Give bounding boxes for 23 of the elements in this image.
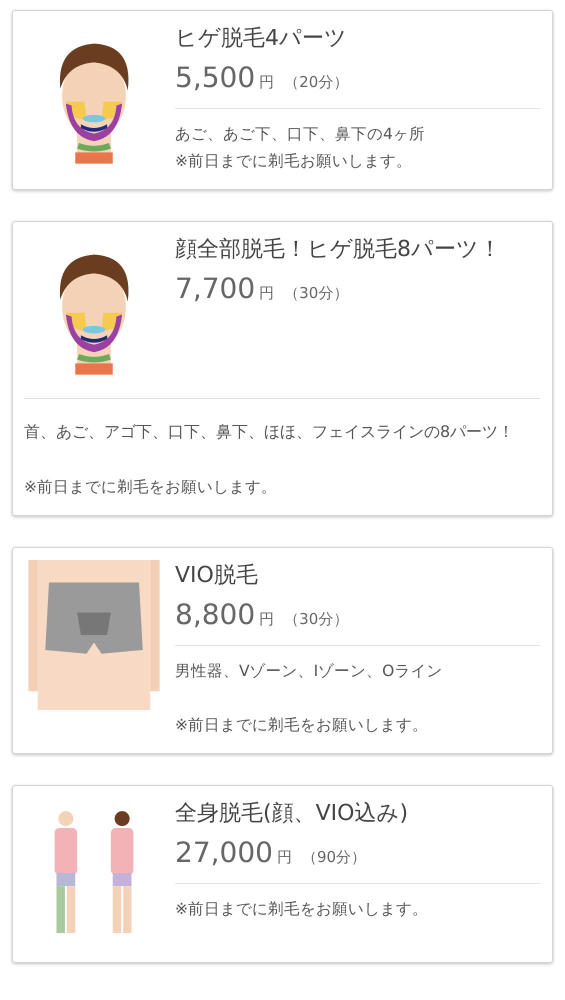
description-text: 男性器、Vゾーン、Iゾーン、Oライン — [175, 661, 444, 682]
note-text: ※前日までに剃毛お願いします。 — [175, 151, 413, 172]
duration-text: （30分） — [284, 610, 348, 629]
currency-text: 円 — [276, 848, 292, 867]
note-text: ※前日までに剃毛をお願いします。 — [175, 715, 429, 736]
plan-title: 全身脱毛(顔、VIO込み) — [175, 800, 410, 828]
plan-title: ヒゲ脱毛4パーツ — [175, 25, 348, 53]
duration-text: （30分） — [284, 284, 348, 303]
price-text: 27,000 — [175, 836, 273, 869]
currency-text: 円 — [259, 73, 274, 92]
plan-title: VIO脱毛 — [175, 562, 259, 590]
plan-title: 顔全部脱毛！ヒゲ脱毛8パーツ！ — [175, 236, 502, 264]
description-text: あご、あご下、口下、鼻下の4ヶ所 — [175, 124, 426, 145]
price-text: 8,800 — [175, 598, 256, 631]
currency-text: 円 — [259, 284, 274, 303]
duration-text: （20分） — [284, 73, 348, 92]
price-text: 5,500 — [175, 61, 256, 94]
currency-text: 円 — [259, 610, 274, 629]
duration-text: （90分） — [302, 848, 366, 867]
price-text: 7,700 — [175, 272, 256, 305]
note-text: ※前日までに剃毛をお願いします。 — [175, 899, 429, 920]
note-text: ※前日までに剃毛をお願いします。 — [24, 477, 278, 498]
description-text: 首、あご、アゴ下、口下、鼻下、ほほ、フェイスラインの8パーツ！ — [24, 421, 516, 443]
